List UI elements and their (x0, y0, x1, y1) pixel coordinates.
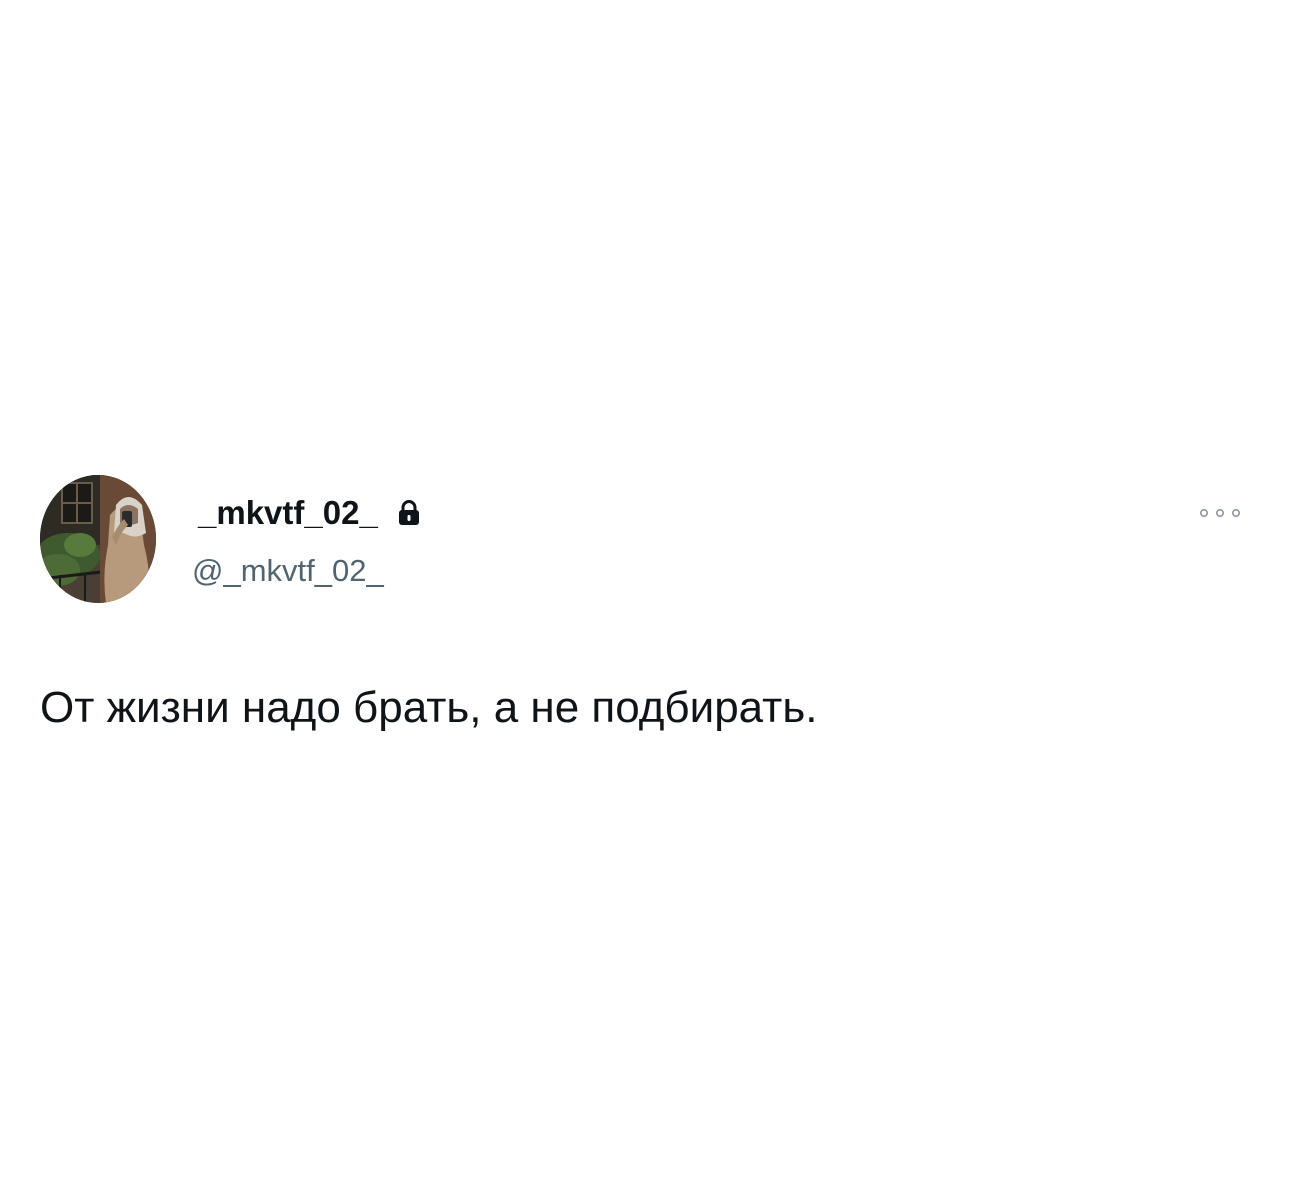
more-options-button[interactable] (1192, 500, 1248, 526)
display-name[interactable]: _mkvtf_02_ (198, 494, 378, 532)
more-dots-icon (1199, 508, 1240, 518)
lock-icon (398, 500, 420, 526)
tweet-card: _mkvtf_02_ @_mkvtf_02_ От жизни надо бра… (0, 0, 1290, 1181)
avatar-photo (40, 475, 156, 603)
display-name-row: _mkvtf_02_ (198, 493, 420, 533)
tweet-text: От жизни надо брать, а не подбирать. (40, 683, 818, 732)
author-handle[interactable]: @_mkvtf_02_ (192, 553, 384, 589)
avatar[interactable] (40, 475, 156, 603)
